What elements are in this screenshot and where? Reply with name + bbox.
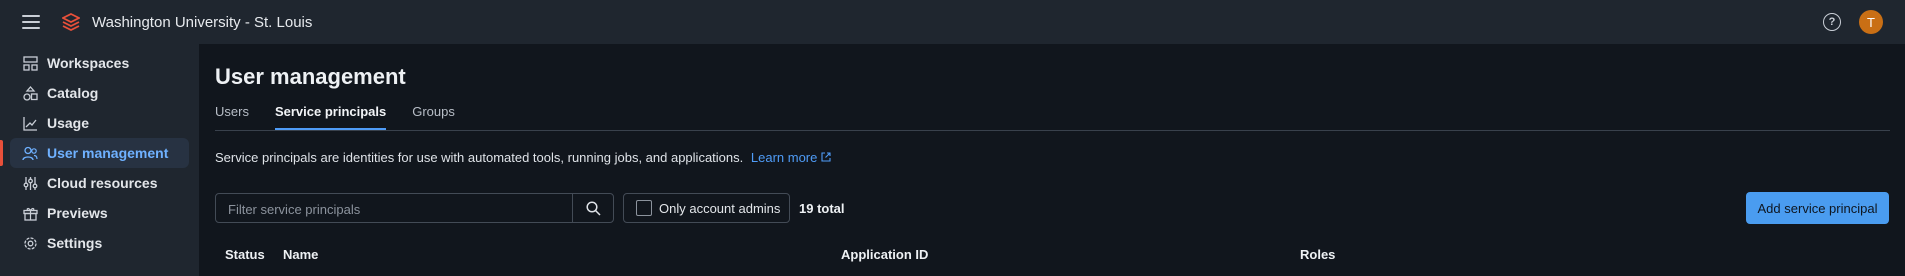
avatar[interactable]: T xyxy=(1859,10,1883,34)
column-header-status[interactable]: Status xyxy=(225,247,265,262)
learn-more-link[interactable]: Learn more xyxy=(751,150,831,165)
sidebar-item-settings[interactable]: Settings xyxy=(10,228,189,258)
gift-icon xyxy=(22,205,38,221)
column-header-application-id[interactable]: Application ID xyxy=(841,247,928,262)
sidebar-item-user-management[interactable]: User management xyxy=(0,138,189,168)
external-link-icon xyxy=(821,152,831,162)
tab-service-principals[interactable]: Service principals xyxy=(274,100,387,130)
menu-icon[interactable] xyxy=(22,15,40,29)
search-icon xyxy=(585,200,601,216)
table-header: Status Name Application ID Roles xyxy=(215,240,1890,270)
workspaces-icon xyxy=(22,55,38,71)
sidebar-item-label: Settings xyxy=(47,235,103,251)
sidebar-item-label: User management xyxy=(47,145,169,161)
search-box xyxy=(215,193,614,224)
add-service-principal-button[interactable]: Add service principal xyxy=(1746,192,1889,224)
sidebar-item-cloud-resources[interactable]: Cloud resources xyxy=(10,168,189,198)
sidebar-item-label: Workspaces xyxy=(47,55,130,71)
search-button[interactable] xyxy=(572,194,613,222)
description-text: Service principals are identities for us… xyxy=(215,150,744,165)
page-description: Service principals are identities for us… xyxy=(215,150,831,165)
page-title: User management xyxy=(215,64,406,89)
sidebar-item-label: Previews xyxy=(47,205,108,221)
tab-groups[interactable]: Groups xyxy=(412,100,455,130)
sidebar-item-previews[interactable]: Previews xyxy=(10,198,189,228)
gear-icon xyxy=(22,235,38,251)
sidebar-item-usage[interactable]: Usage xyxy=(10,108,189,138)
sidebar-item-catalog[interactable]: Catalog xyxy=(10,78,189,108)
tab-bar: Users Service principals Groups xyxy=(215,100,1890,131)
sidebar-item-label: Cloud resources xyxy=(47,175,158,191)
sidebar-item-label: Usage xyxy=(47,115,90,131)
column-header-name[interactable]: Name xyxy=(283,247,318,262)
tab-users[interactable]: Users xyxy=(215,100,249,130)
total-count: 19 total xyxy=(799,201,845,216)
help-icon[interactable]: ? xyxy=(1823,13,1841,31)
sidebar: Workspaces Catalog Usage User management… xyxy=(0,44,199,276)
catalog-icon xyxy=(22,85,38,101)
databricks-logo-icon xyxy=(62,13,80,31)
usage-chart-icon xyxy=(22,115,38,131)
sidebar-item-label: Catalog xyxy=(47,85,99,101)
column-header-roles[interactable]: Roles xyxy=(1300,247,1335,262)
only-admins-label: Only account admins xyxy=(659,200,781,216)
sidebar-item-workspaces[interactable]: Workspaces xyxy=(10,48,189,78)
learn-more-label: Learn more xyxy=(750,150,818,165)
org-name[interactable]: Washington University - St. Louis xyxy=(92,14,312,31)
search-input[interactable] xyxy=(216,194,590,224)
only-admins-checkbox[interactable] xyxy=(636,200,652,216)
top-bar: Washington University - St. Louis ? T xyxy=(0,0,1905,44)
only-admins-filter[interactable]: Only account admins xyxy=(623,193,790,223)
users-icon xyxy=(22,145,38,161)
sliders-icon xyxy=(22,175,38,191)
